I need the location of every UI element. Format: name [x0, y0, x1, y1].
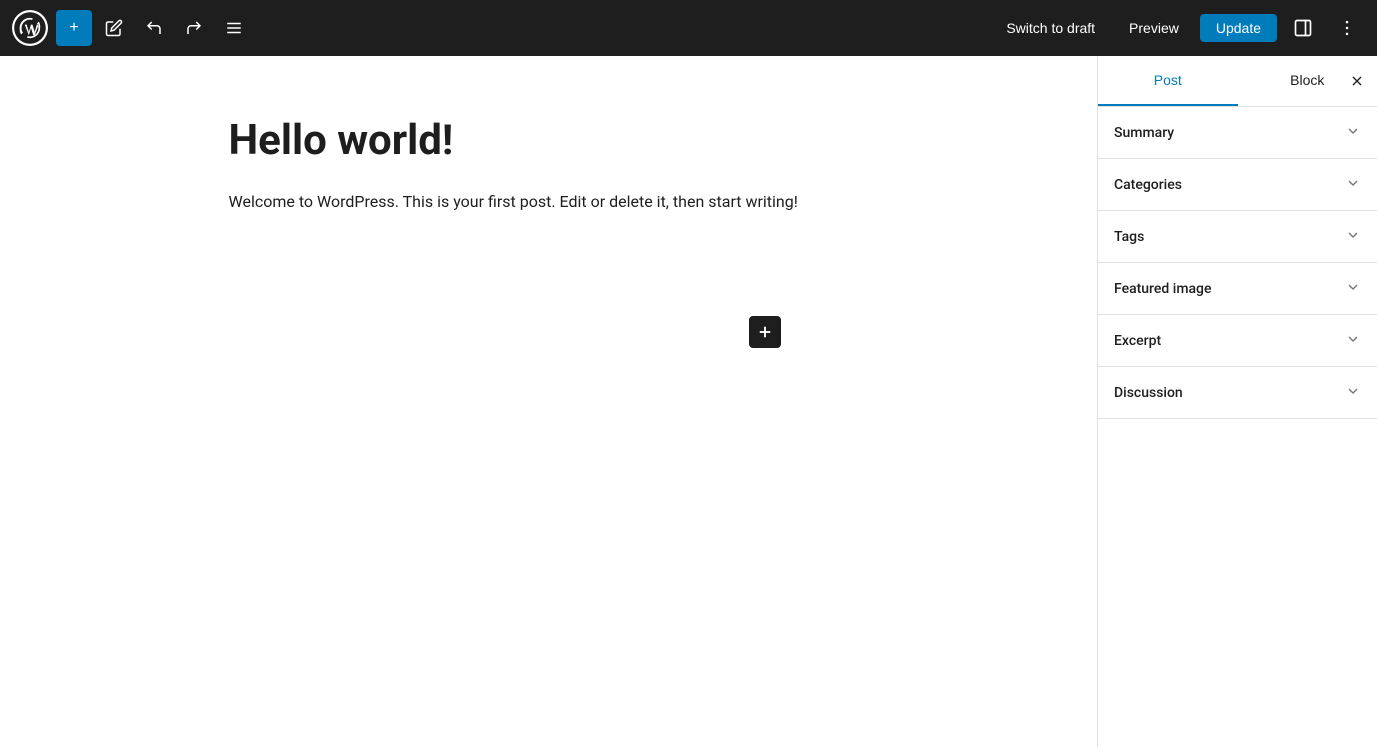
featured-image-section-header[interactable]: Featured image: [1098, 263, 1377, 314]
categories-section-header[interactable]: Categories: [1098, 159, 1377, 210]
undo-button[interactable]: [136, 10, 172, 46]
add-block-button[interactable]: +: [56, 10, 92, 46]
categories-section-title: Categories: [1114, 177, 1182, 193]
sidebar-section-categories: Categories: [1098, 159, 1377, 211]
discussion-chevron-icon: [1345, 383, 1361, 402]
sidebar-section-tags: Tags: [1098, 211, 1377, 263]
add-block-inline-button[interactable]: [749, 316, 781, 348]
tags-section-header[interactable]: Tags: [1098, 211, 1377, 262]
editor-area[interactable]: Hello world! Welcome to WordPress. This …: [0, 56, 1097, 747]
excerpt-section-header[interactable]: Excerpt: [1098, 315, 1377, 366]
featured-image-chevron-icon: [1345, 279, 1361, 298]
sidebar: Post Block Summary Cate: [1097, 56, 1377, 747]
excerpt-section-title: Excerpt: [1114, 333, 1161, 349]
post-title[interactable]: Hello world!: [229, 116, 869, 165]
main-toolbar: + Switch to draft Preview Update: [0, 0, 1377, 56]
sidebar-tabs: Post Block: [1098, 56, 1377, 107]
categories-chevron-icon: [1345, 175, 1361, 194]
post-body[interactable]: Welcome to WordPress. This is your first…: [229, 189, 869, 215]
sidebar-section-excerpt: Excerpt: [1098, 315, 1377, 367]
edit-tool-button[interactable]: [96, 10, 132, 46]
discussion-section-title: Discussion: [1114, 385, 1183, 401]
tags-section-title: Tags: [1114, 229, 1144, 245]
summary-section-title: Summary: [1114, 125, 1174, 141]
tags-chevron-icon: [1345, 227, 1361, 246]
summary-section-header[interactable]: Summary: [1098, 107, 1377, 158]
document-overview-button[interactable]: [216, 10, 252, 46]
excerpt-chevron-icon: [1345, 331, 1361, 350]
preview-button[interactable]: Preview: [1116, 13, 1192, 43]
featured-image-section-title: Featured image: [1114, 281, 1212, 297]
sidebar-section-discussion: Discussion: [1098, 367, 1377, 419]
tab-post[interactable]: Post: [1098, 56, 1238, 106]
update-button[interactable]: Update: [1200, 14, 1277, 42]
redo-button[interactable]: [176, 10, 212, 46]
sidebar-toggle-button[interactable]: [1285, 10, 1321, 46]
wp-logo[interactable]: [12, 10, 48, 46]
editor-content: Hello world! Welcome to WordPress. This …: [189, 56, 909, 747]
sidebar-close-button[interactable]: [1337, 61, 1377, 101]
summary-chevron-icon: [1345, 123, 1361, 142]
toolbar-right: Switch to draft Preview Update: [993, 10, 1365, 46]
discussion-section-header[interactable]: Discussion: [1098, 367, 1377, 418]
sidebar-section-summary: Summary: [1098, 107, 1377, 159]
main-area: Hello world! Welcome to WordPress. This …: [0, 56, 1377, 747]
more-options-button[interactable]: [1329, 10, 1365, 46]
switch-to-draft-button[interactable]: Switch to draft: [993, 13, 1108, 43]
sidebar-section-featured-image: Featured image: [1098, 263, 1377, 315]
